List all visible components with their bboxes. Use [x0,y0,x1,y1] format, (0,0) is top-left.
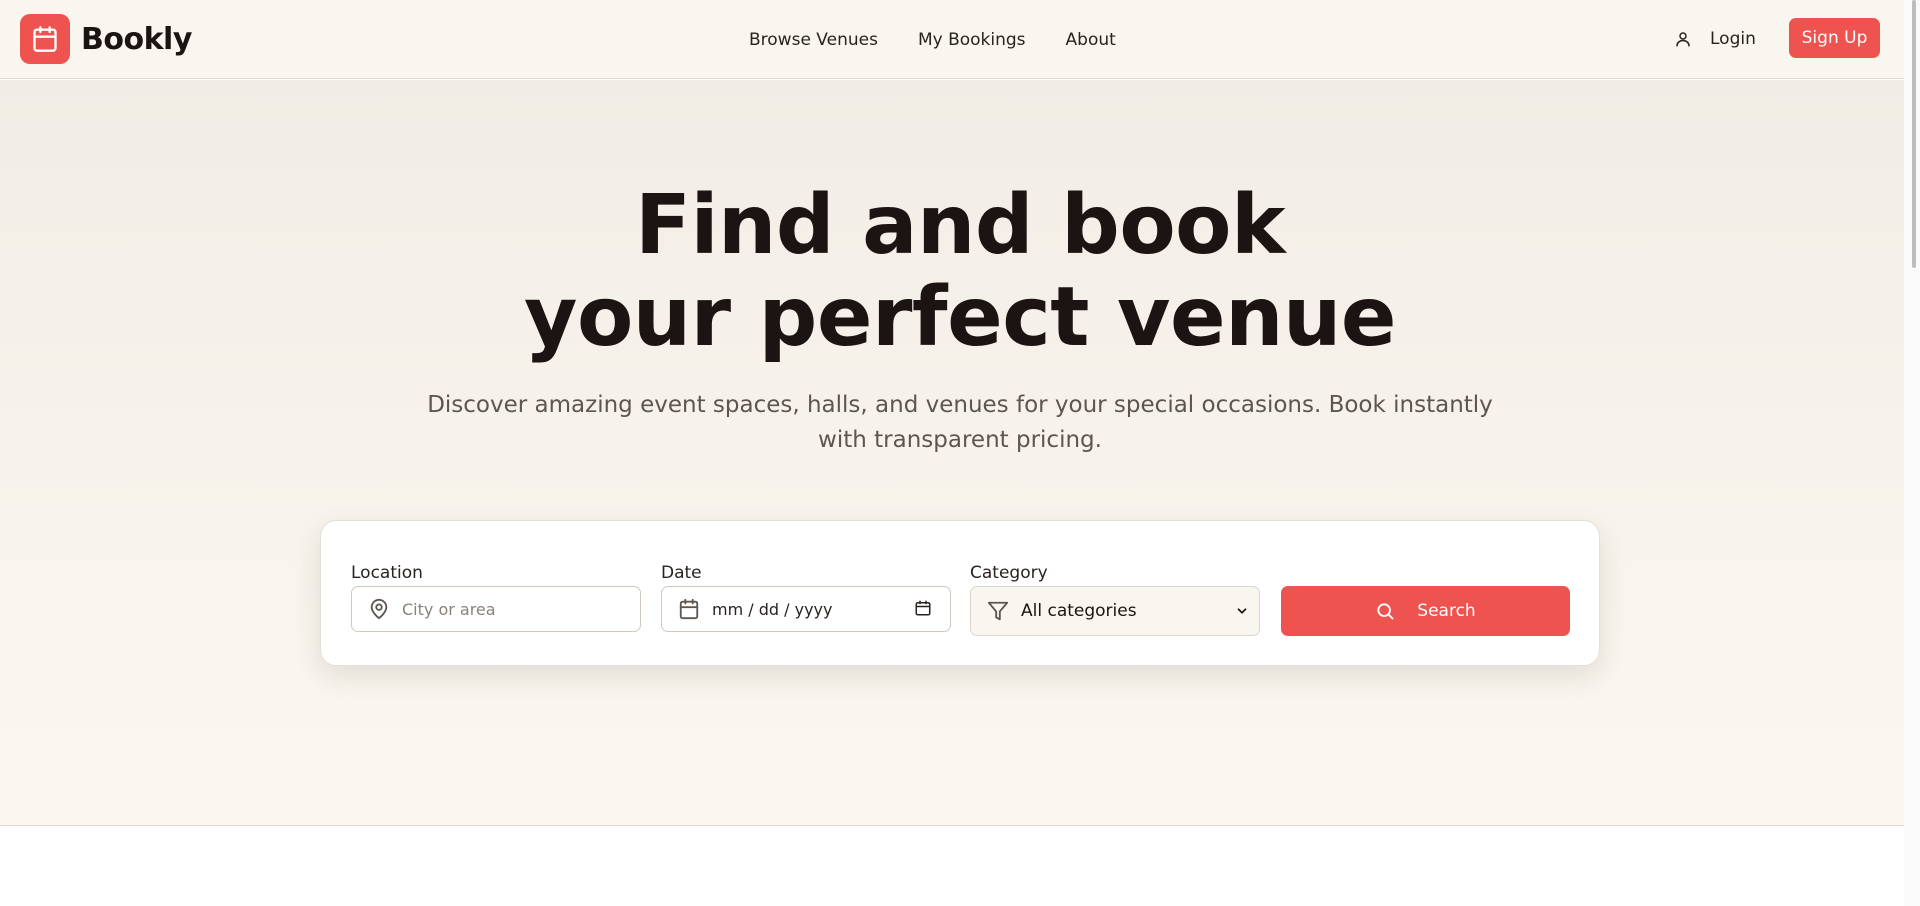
nav-my-bookings[interactable]: My Bookings [918,30,1026,50]
date-picker-icon[interactable] [914,599,932,617]
hero-title: Find and book your perfect venue [0,180,1920,364]
hero-title-line-2: your perfect venue [524,270,1396,365]
main-nav: Browse Venues My Bookings About [749,0,1156,79]
filter-icon [987,600,1009,622]
date-label: Date [661,563,702,583]
brand-name: Bookly [81,21,192,57]
signup-button[interactable]: Sign Up [1789,18,1880,58]
search-card: Location City or area Date mm / dd / yyy… [320,520,1600,666]
hero-title-line-1: Find and book [634,178,1286,273]
category-select[interactable]: All categories [970,586,1260,636]
calendar-icon [678,598,700,620]
brand-logo[interactable]: Bookly [20,14,192,64]
calendar-icon [20,14,70,64]
user-icon [1674,30,1692,48]
chevron-down-icon [1235,604,1249,618]
location-placeholder: City or area [402,599,496,619]
category-value: All categories [1021,601,1137,621]
login-label: Login [1710,29,1756,49]
hero-subtitle: Discover amazing event spaces, halls, an… [427,392,1493,453]
hero-section: Find and book your perfect venue Discove… [0,80,1904,826]
location-label: Location [351,563,423,583]
search-button[interactable]: Search [1281,586,1570,636]
scrollbar-thumb[interactable] [1912,0,1916,268]
date-input[interactable]: mm / dd / yyyy [661,586,951,632]
nav-browse-venues[interactable]: Browse Venues [749,30,878,50]
login-link[interactable]: Login [1674,26,1756,52]
map-pin-icon [368,598,390,620]
nav-about[interactable]: About [1066,30,1116,50]
date-placeholder: mm / dd / yyyy [712,599,833,619]
category-label: Category [970,563,1048,583]
search-button-label: Search [1417,601,1476,621]
site-header: Bookly Browse Venues My Bookings About L… [0,0,1904,79]
location-input[interactable]: City or area [351,586,641,632]
search-icon [1375,601,1395,621]
